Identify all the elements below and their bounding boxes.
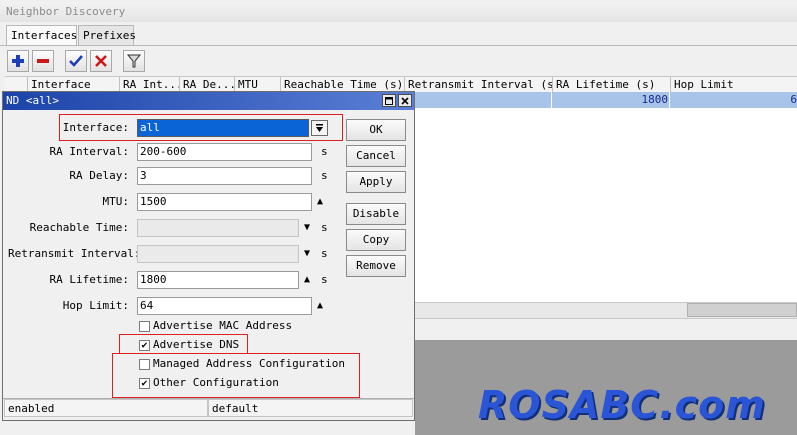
chevron-down-icon [316, 123, 323, 132]
retransmit-interval-label: Retransmit Interval: [8, 247, 141, 260]
tab-divider [0, 45, 797, 46]
reachable-time-unit: s [321, 221, 328, 234]
apply-button[interactable]: Apply [346, 171, 406, 193]
advertise-dns-checkbox[interactable]: ✔ [139, 340, 150, 351]
enable-button[interactable] [65, 50, 87, 72]
advertise-mac-label: Advertise MAC Address [153, 319, 293, 332]
column-retransmit-interval[interactable]: Retransmit Interval (s) [404, 77, 552, 93]
filter-icon [127, 54, 141, 68]
cell-hop-limit: 6 [790, 93, 797, 106]
other-config-checkbox[interactable]: ✔ [139, 378, 150, 389]
ra-lifetime-label: RA Lifetime: [49, 273, 129, 286]
filter-button[interactable] [123, 50, 145, 72]
column-ra-lifetime[interactable]: RA Lifetime (s) [552, 77, 670, 93]
reachable-time-input[interactable] [137, 219, 299, 237]
retransmit-interval-expand-icon[interactable]: ▼ [304, 245, 310, 263]
mtu-input[interactable]: 1500 [137, 193, 312, 211]
minus-icon [37, 59, 49, 63]
ra-interval-input[interactable]: 200-600 [137, 143, 312, 161]
managed-address-checkbox[interactable] [139, 359, 150, 370]
ok-button[interactable]: OK [346, 119, 406, 141]
dialog-title: ND <all> [3, 92, 414, 110]
advertise-dns-label: Advertise DNS [153, 338, 240, 351]
cross-icon [95, 55, 107, 67]
main-status-bar [415, 318, 797, 339]
retransmit-interval-input[interactable] [137, 245, 299, 263]
ra-interval-unit: s [321, 145, 328, 158]
retransmit-interval-unit: s [321, 247, 328, 260]
managed-address-label: Managed Address Configuration [153, 357, 346, 370]
status-enabled: enabled [4, 399, 208, 417]
status-default: default [208, 399, 413, 417]
ra-lifetime-input[interactable]: 1800 [137, 271, 299, 289]
copy-button[interactable]: Copy [346, 229, 406, 251]
close-button[interactable] [398, 94, 412, 107]
disable-button[interactable] [90, 50, 112, 72]
remove-button[interactable] [32, 50, 54, 72]
ra-delay-label: RA Delay: [69, 169, 129, 182]
tab-interfaces[interactable]: Interfaces [6, 25, 77, 46]
interface-dropdown-button[interactable] [311, 120, 328, 136]
watermark-logo: ROSABC.com [478, 383, 766, 427]
scrollbar-thumb[interactable] [687, 303, 797, 317]
check-icon [69, 55, 83, 67]
disable-button[interactable]: Disable [346, 203, 406, 225]
interface-label: Interface: [62, 121, 129, 134]
add-button[interactable] [7, 50, 29, 72]
cancel-button[interactable]: Cancel [346, 145, 406, 167]
close-icon [401, 96, 409, 105]
other-config-label: Other Configuration [153, 376, 279, 389]
hop-limit-collapse-icon[interactable]: ▲ [317, 297, 323, 315]
plus-icon [12, 55, 24, 67]
tab-prefixes[interactable]: Prefixes [78, 25, 136, 45]
window-title: Neighbor Discovery [0, 2, 797, 22]
hop-limit-input[interactable]: 64 [137, 297, 312, 315]
ra-interval-label: RA Interval: [49, 145, 129, 158]
maximize-button[interactable] [382, 94, 396, 107]
advertise-mac-checkbox[interactable] [139, 321, 150, 332]
reachable-time-label: Reachable Time: [29, 221, 129, 234]
ra-delay-unit: s [321, 169, 328, 182]
ra-lifetime-unit: s [321, 273, 328, 286]
hop-limit-label: Hop Limit: [62, 299, 129, 312]
remove-button[interactable]: Remove [346, 255, 406, 277]
column-hop-limit[interactable]: Hop Limit [670, 77, 797, 93]
ra-lifetime-collapse-icon[interactable]: ▲ [304, 271, 310, 289]
interface-select[interactable]: all [137, 119, 309, 137]
cell-ra-lifetime: 1800 [641, 93, 669, 106]
mtu-collapse-icon[interactable]: ▲ [317, 193, 323, 211]
maximize-icon [385, 96, 393, 105]
mtu-label: MTU: [102, 195, 130, 208]
reachable-time-expand-icon[interactable]: ▼ [304, 219, 310, 237]
ra-delay-input[interactable]: 3 [137, 167, 312, 185]
